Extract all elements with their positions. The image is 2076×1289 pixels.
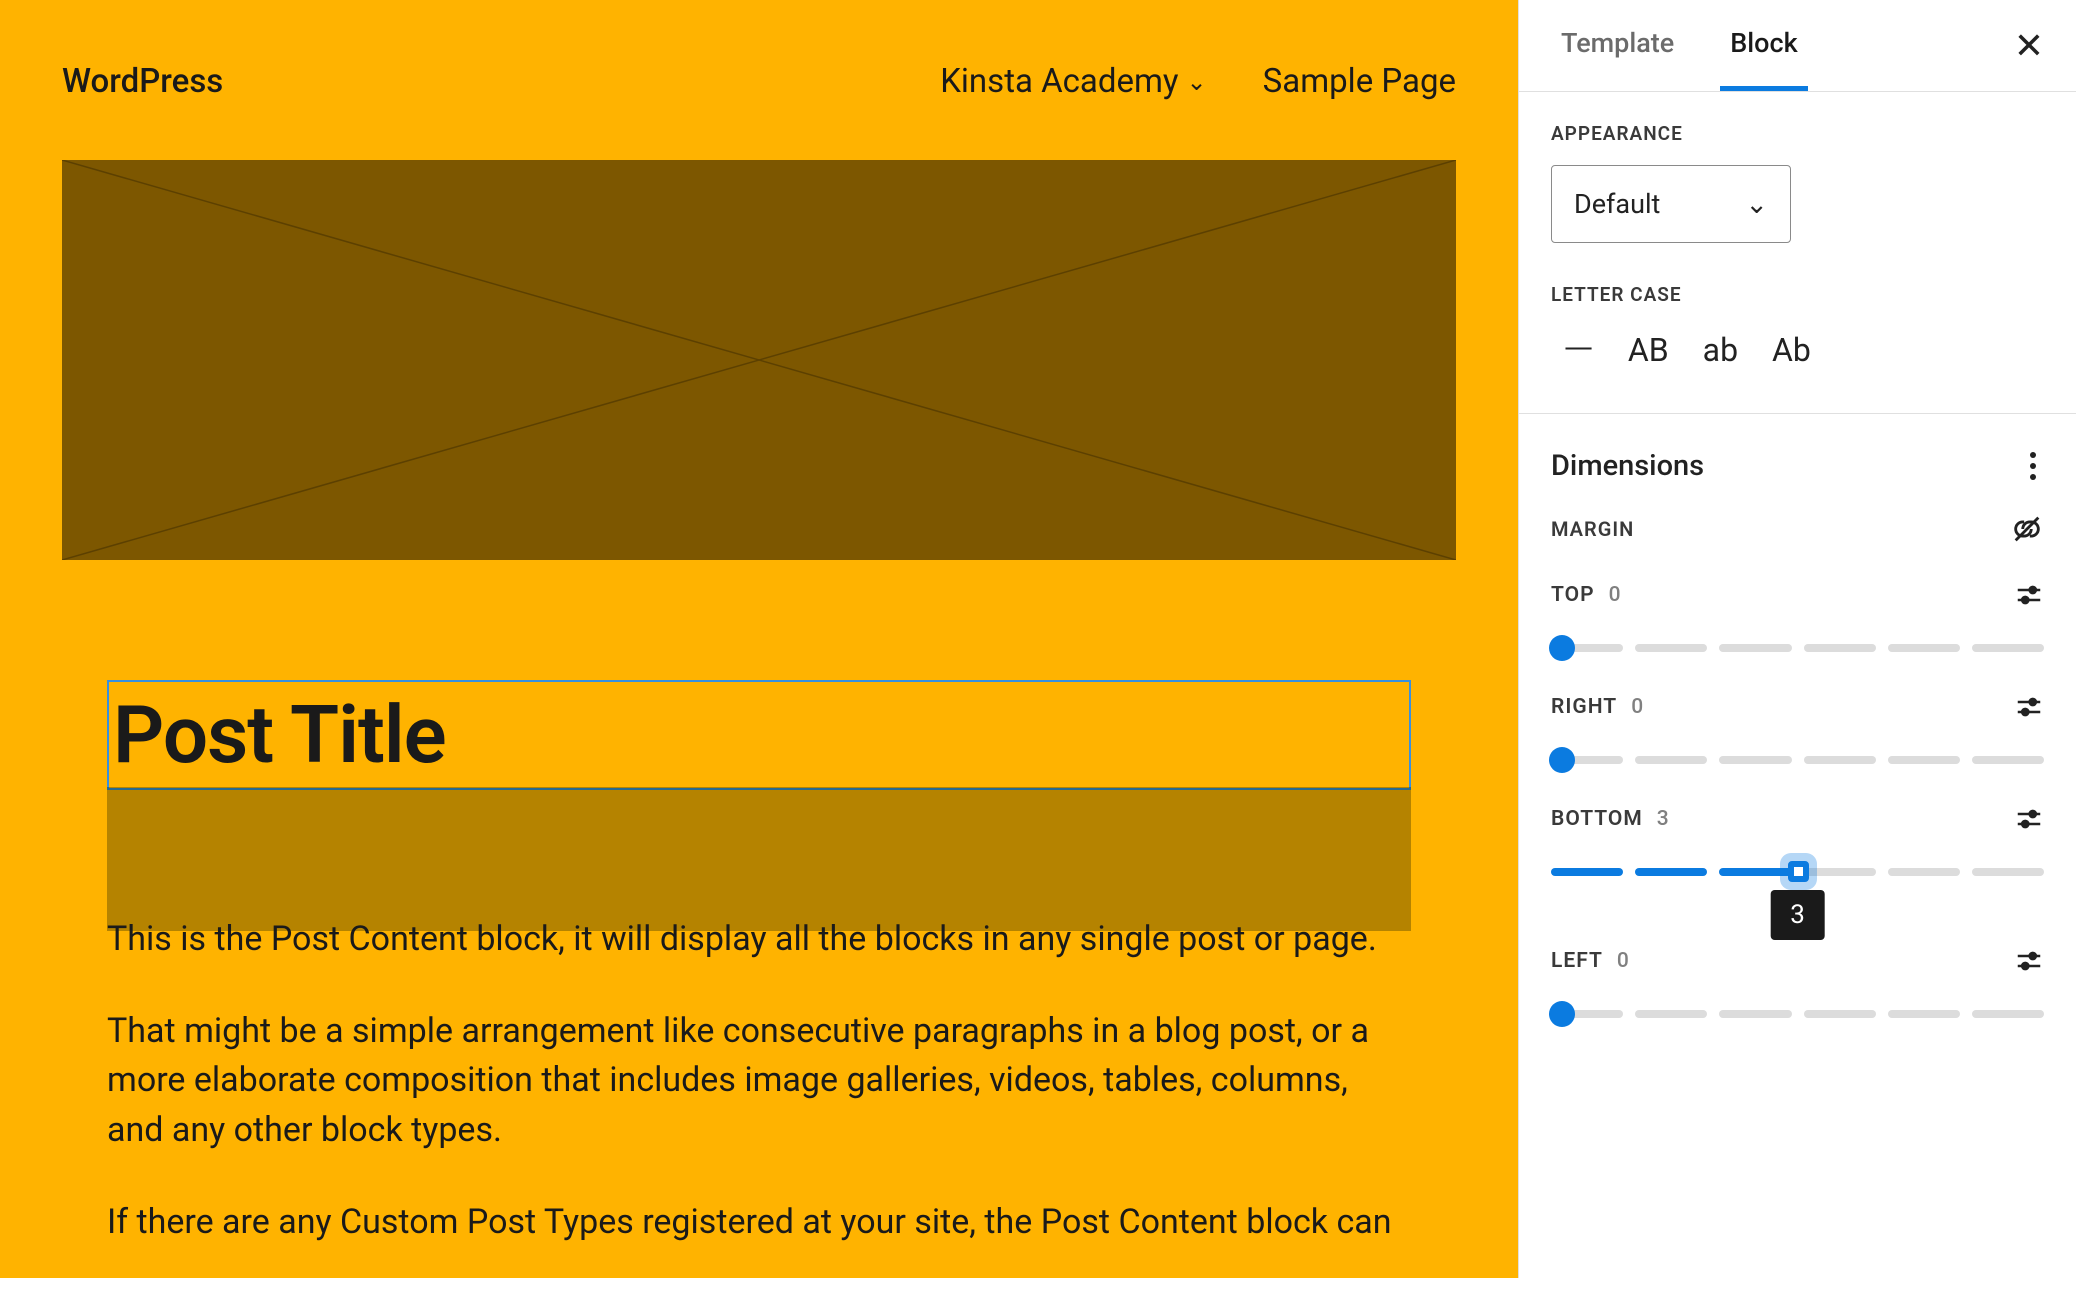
paragraph: This is the Post Content block, it will … xyxy=(107,915,1411,965)
featured-image-placeholder[interactable] xyxy=(62,160,1456,560)
letter-case-lower[interactable]: ab xyxy=(1703,331,1738,369)
sliders-icon[interactable] xyxy=(2014,692,2044,722)
nav-label: Sample Page xyxy=(1263,62,1456,101)
sliders-icon[interactable] xyxy=(2014,946,2044,976)
selection-highlight xyxy=(107,787,1411,931)
margin-left-row: LEFT 0 xyxy=(1551,946,2044,976)
chevron-down-icon: ⌄ xyxy=(1745,188,1768,220)
margin-top-slider[interactable] xyxy=(1551,638,2044,658)
sliders-icon[interactable] xyxy=(2014,580,2044,610)
tab-block[interactable]: Block xyxy=(1720,0,1807,91)
select-value: Default xyxy=(1574,188,1660,220)
sliders-icon[interactable] xyxy=(2014,804,2044,834)
site-title[interactable]: WordPress xyxy=(62,62,223,101)
margin-right-slider[interactable] xyxy=(1551,750,2044,770)
divider xyxy=(1519,413,2076,414)
site-header: WordPress Kinsta Academy ⌄ Sample Page xyxy=(62,62,1456,101)
margin-bottom-slider[interactable]: 3 xyxy=(1551,862,2044,882)
letter-case-group: — AB ab Ab xyxy=(1551,326,2044,373)
post-content-block[interactable]: This is the Post Content block, it will … xyxy=(107,915,1411,1289)
paragraph: That might be a simple arrangement like … xyxy=(107,1007,1411,1156)
dimensions-label: Dimensions xyxy=(1551,449,1704,483)
margin-bottom-value: 3 xyxy=(1657,807,1670,831)
unlink-icon[interactable] xyxy=(2010,512,2044,546)
letter-case-upper[interactable]: AB xyxy=(1628,331,1669,369)
post-title-block[interactable]: Post Title xyxy=(107,680,1411,790)
nav-item-kinsta[interactable]: Kinsta Academy ⌄ xyxy=(940,62,1206,101)
post-title: Post Title xyxy=(113,688,1409,782)
margin-bottom-row: BOTTOM 3 xyxy=(1551,804,2044,834)
close-icon[interactable]: ✕ xyxy=(2014,25,2044,67)
letter-case-none[interactable]: — xyxy=(1563,326,1594,373)
margin-left-value: 0 xyxy=(1617,949,1630,973)
slider-tooltip: 3 xyxy=(1770,890,1825,940)
nav-label: Kinsta Academy xyxy=(940,62,1178,101)
site-nav: Kinsta Academy ⌄ Sample Page xyxy=(940,62,1456,101)
sidebar-tabs: Template Block ✕ xyxy=(1519,0,2076,92)
margin-top-label: TOP xyxy=(1551,583,1595,607)
chevron-down-icon: ⌄ xyxy=(1187,68,1207,96)
editor-canvas[interactable]: WordPress Kinsta Academy ⌄ Sample Page P… xyxy=(0,0,1518,1278)
margin-right-label: RIGHT xyxy=(1551,695,1617,719)
margin-left-label: LEFT xyxy=(1551,949,1603,973)
block-panel: APPEARANCE Default ⌄ LETTER CASE — AB ab… xyxy=(1519,92,2076,1024)
margin-label: MARGIN xyxy=(1551,517,1634,541)
nav-item-sample[interactable]: Sample Page xyxy=(1263,62,1456,101)
appearance-select[interactable]: Default ⌄ xyxy=(1551,165,1791,243)
margin-top-row: TOP 0 xyxy=(1551,580,2044,610)
margin-left-slider[interactable] xyxy=(1551,1004,2044,1024)
margin-right-row: RIGHT 0 xyxy=(1551,692,2044,722)
margin-header: MARGIN xyxy=(1551,512,2044,546)
margin-top-value: 0 xyxy=(1609,583,1622,607)
dimensions-header: Dimensions xyxy=(1551,444,2044,488)
settings-sidebar: Template Block ✕ APPEARANCE Default ⌄ LE… xyxy=(1518,0,2076,1278)
letter-case-label: LETTER CASE xyxy=(1551,283,2044,306)
margin-right-value: 0 xyxy=(1631,695,1644,719)
letter-case-capitalize[interactable]: Ab xyxy=(1772,331,1811,369)
appearance-label: APPEARANCE xyxy=(1551,122,2044,145)
paragraph: If there are any Custom Post Types regis… xyxy=(107,1198,1411,1248)
margin-bottom-label: BOTTOM xyxy=(1551,807,1643,831)
tab-template[interactable]: Template xyxy=(1551,0,1684,91)
more-options-icon[interactable] xyxy=(2022,444,2044,488)
